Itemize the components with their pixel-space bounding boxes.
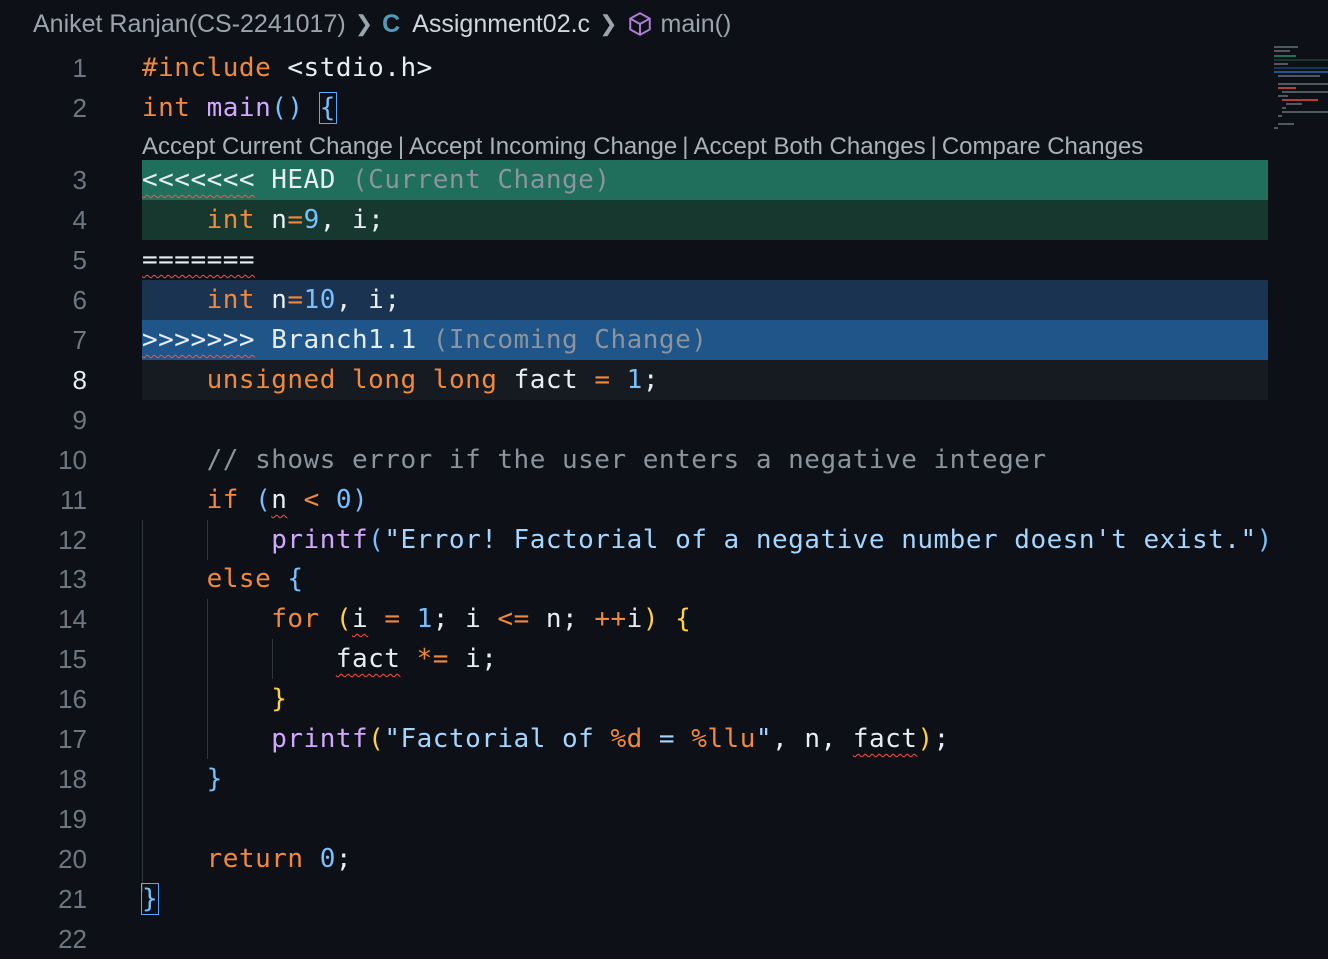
line-number: 19 <box>58 804 87 834</box>
line-number: 17 <box>58 724 87 754</box>
line-number: 7 <box>72 325 87 355</box>
line-number: 10 <box>58 445 87 475</box>
line-number: 16 <box>58 684 87 714</box>
code-line: 11 if (n < 0) <box>0 480 1268 520</box>
line-number: 21 <box>58 884 87 914</box>
line-number: 8 <box>72 365 87 395</box>
code-text: >>>>>>> Branch1.1 (Incoming Change) <box>142 325 708 355</box>
accept-both-changes-button[interactable]: Accept Both Changes <box>693 133 925 160</box>
code-line: 9 <box>0 400 1268 440</box>
code-text: } <box>271 684 288 714</box>
conflict-separator: 5 ======= <box>0 240 1268 280</box>
breadcrumb-file[interactable]: Assignment02.c <box>412 10 590 39</box>
line-number: 5 <box>72 245 87 275</box>
code-text: #include <stdio.h> <box>142 53 433 83</box>
line-number: 9 <box>72 405 87 435</box>
line-number: 20 <box>58 844 87 874</box>
code-line: 14 for (i = 1; i <= n; ++i) { <box>0 599 1268 639</box>
line-number: 22 <box>58 924 87 954</box>
code-line: 20 return 0; <box>0 839 1268 879</box>
code-text: // shows error if the user enters a nega… <box>206 445 1047 475</box>
code-text: int main() { <box>142 92 337 124</box>
code-line: 16 } <box>0 679 1268 719</box>
line-number: 4 <box>72 205 87 235</box>
line-number: 13 <box>58 564 87 594</box>
code-line-active: 8 unsigned long long fact = 1; <box>0 360 1268 400</box>
incoming-change-line: 6 int n=10, i; <box>0 280 1268 320</box>
merge-codelens: Accept Current Change | Accept Incoming Ch… <box>142 133 1144 160</box>
code-text: printf("Factorial of %d = %llu", n, fact… <box>271 724 950 754</box>
code-text: ======= <box>142 245 256 275</box>
compare-changes-button[interactable]: Compare Changes <box>942 133 1143 160</box>
code-text: int n=10, i; <box>206 285 401 315</box>
conflict-incoming-marker: 7 >>>>>>> Branch1.1 (Incoming Change) <box>0 320 1268 360</box>
breadcrumb: Aniket Ranjan(CS-2241017) ❯ C Assignment… <box>0 0 1328 48</box>
code-line: 22 <box>0 919 1268 959</box>
line-number: 11 <box>60 485 87 515</box>
chevron-right-icon: ❯ <box>599 11 618 36</box>
code-line: 13 else { <box>0 559 1268 599</box>
code-text: else { <box>206 564 304 594</box>
code-line: 2 int main() { <box>0 88 1268 128</box>
breadcrumb-symbol[interactable]: main() <box>661 10 732 39</box>
chevron-right-icon: ❯ <box>354 11 374 36</box>
code-text: for (i = 1; i <= n; ++i) { <box>271 604 692 634</box>
code-line: 12 printf("Error! Factorial of a negativ… <box>0 520 1272 560</box>
accept-current-change-button[interactable]: Accept Current Change <box>142 133 393 160</box>
line-number: 3 <box>72 165 87 195</box>
line-number: 12 <box>58 525 87 555</box>
code-text: } <box>140 879 160 919</box>
matched-bracket: } <box>140 883 160 915</box>
line-number: 14 <box>58 604 87 634</box>
line-number: 1 <box>72 53 87 83</box>
code-line: 21 } <box>0 879 1268 919</box>
line-number: 15 <box>58 644 87 674</box>
line-number: 18 <box>58 764 87 794</box>
code-text: } <box>206 764 223 794</box>
line-number: 6 <box>72 285 87 315</box>
line-number: 2 <box>72 93 87 123</box>
code-line: 19 <box>0 799 1268 839</box>
code-line: 1 #include <stdio.h> <box>0 48 1268 88</box>
code-editor[interactable]: 1 #include <stdio.h> 2 int main() { Acce… <box>0 48 1328 955</box>
minimap[interactable] <box>1270 44 1328 144</box>
c-file-icon: C <box>382 9 401 38</box>
code-text: return 0; <box>206 844 353 874</box>
code-line: 15 fact *= i; <box>0 639 1268 679</box>
code-line: 18 } <box>0 759 1268 799</box>
breadcrumb-folder[interactable]: Aniket Ranjan(CS-2241017) <box>33 10 346 39</box>
code-text: unsigned long long fact = 1; <box>206 365 659 395</box>
conflict-head-marker: 3 <<<<<<< HEAD (Current Change) <box>0 160 1268 200</box>
code-text: <<<<<<< HEAD (Current Change) <box>142 165 611 195</box>
code-text: int n=9, i; <box>206 205 385 235</box>
code-text: if (n < 0) <box>206 485 369 515</box>
cube-icon <box>627 11 653 37</box>
code-text: printf("Error! Factorial of a negative n… <box>271 525 1273 555</box>
matched-bracket: { <box>318 92 337 124</box>
code-line: 10 // shows error if the user enters a n… <box>0 440 1268 480</box>
current-change-line: 4 int n=9, i; <box>0 200 1268 240</box>
code-line: 17 printf("Factorial of %d = %llu", n, f… <box>0 719 1268 759</box>
accept-incoming-change-button[interactable]: Accept Incoming Change <box>409 133 677 160</box>
code-text: fact *= i; <box>335 644 498 674</box>
